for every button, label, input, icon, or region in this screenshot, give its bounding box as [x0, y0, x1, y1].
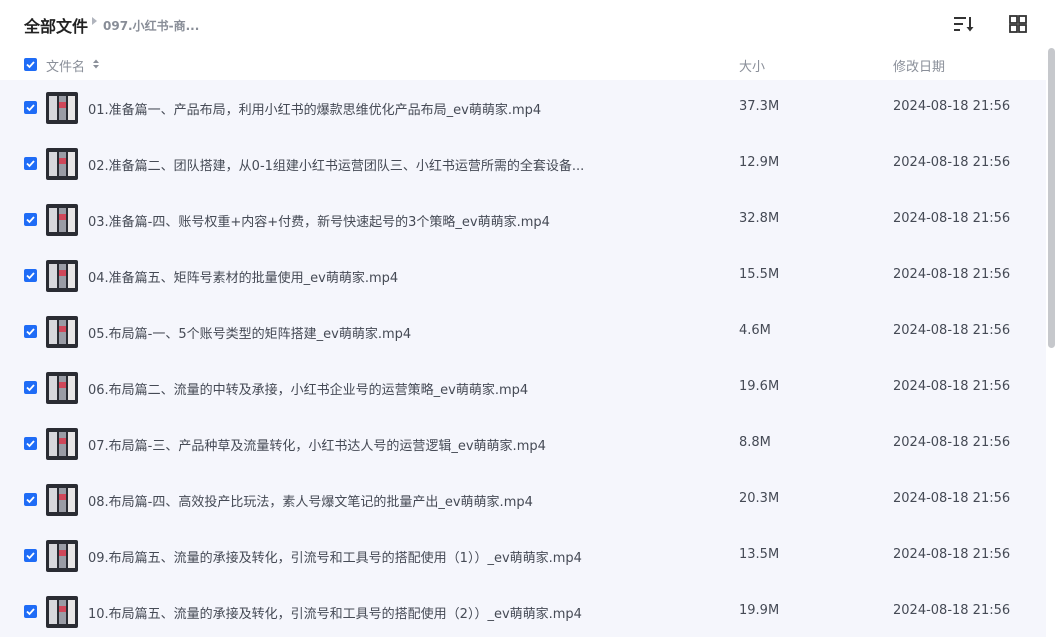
file-checkbox[interactable] [24, 213, 37, 226]
file-size: 13.5M [739, 547, 780, 562]
file-date: 2024-08-18 21:56 [893, 211, 1011, 226]
video-thumbnail-icon[interactable] [46, 372, 78, 404]
grid-view-icon[interactable] [1008, 14, 1028, 34]
file-name[interactable]: 03.准备篇-四、账号权重+内容+付费，新号快速起号的3个策略_ev萌萌家.mp… [88, 211, 648, 230]
video-thumbnail-icon[interactable] [46, 540, 78, 572]
video-thumbnail-icon[interactable] [46, 428, 78, 460]
column-header-date[interactable]: 修改日期 [893, 56, 945, 75]
breadcrumb-current: 097.小红书-商... [103, 19, 200, 33]
file-name[interactable]: 01.准备篇一、产品布局，利用小红书的爆款思维优化产品布局_ev萌萌家.mp4 [88, 99, 648, 118]
file-row[interactable]: 05.布局篇-一、5个账号类型的矩阵搭建_ev萌萌家.mp4 4.6M 2024-0… [0, 304, 1046, 360]
file-name[interactable]: 06.布局篇二、流量的中转及承接，小红书企业号的运营策略_ev萌萌家.mp4 [88, 379, 648, 398]
file-row[interactable]: 06.布局篇二、流量的中转及承接，小红书企业号的运营策略_ev萌萌家.mp4 19… [0, 360, 1046, 416]
file-name[interactable]: 10.布局篇五、流量的承接及转化，引流号和工具号的搭配使用（2））_ev萌萌家.… [88, 603, 648, 622]
file-name[interactable]: 07.布局篇-三、产品种草及流量转化，小红书达人号的运营逻辑_ev萌萌家.mp4 [88, 435, 648, 454]
video-thumbnail-icon[interactable] [46, 596, 78, 628]
list-header: 文件名 大小 修改日期 [0, 48, 1046, 80]
sort-toggle-icon[interactable] [92, 58, 100, 70]
file-row[interactable]: 04.准备篇五、矩阵号素材的批量使用_ev萌萌家.mp4 15.5M 2024-08… [0, 248, 1046, 304]
video-thumbnail-icon[interactable] [46, 148, 78, 180]
file-name[interactable]: 05.布局篇-一、5个账号类型的矩阵搭建_ev萌萌家.mp4 [88, 323, 648, 342]
file-checkbox[interactable] [24, 101, 37, 114]
file-row[interactable]: 03.准备篇-四、账号权重+内容+付费，新号快速起号的3个策略_ev萌萌家.mp… [0, 192, 1046, 248]
file-checkbox[interactable] [24, 437, 37, 450]
file-checkbox[interactable] [24, 269, 37, 282]
file-name[interactable]: 09.布局篇五、流量的承接及转化，引流号和工具号的搭配使用（1））_ev萌萌家.… [88, 547, 648, 566]
scrollbar[interactable] [1046, 48, 1058, 637]
file-date: 2024-08-18 21:56 [893, 323, 1011, 338]
file-size: 32.8M [739, 211, 780, 226]
file-size: 19.9M [739, 603, 780, 618]
file-size: 15.5M [739, 267, 780, 282]
file-checkbox[interactable] [24, 605, 37, 618]
file-date: 2024-08-18 21:56 [893, 547, 1011, 562]
file-date: 2024-08-18 21:56 [893, 435, 1011, 450]
select-all-checkbox[interactable] [24, 58, 37, 71]
file-size: 37.3M [739, 99, 780, 114]
video-thumbnail-icon[interactable] [46, 484, 78, 516]
sort-list-icon[interactable] [952, 14, 974, 34]
file-checkbox[interactable] [24, 325, 37, 338]
breadcrumb-root[interactable]: 全部文件 [24, 13, 88, 37]
video-thumbnail-icon[interactable] [46, 260, 78, 292]
video-thumbnail-icon[interactable] [46, 316, 78, 348]
file-row[interactable]: 10.布局篇五、流量的承接及转化，引流号和工具号的搭配使用（2））_ev萌萌家.… [0, 584, 1046, 637]
top-bar: 全部文件 097.小红书-商... [0, 0, 1058, 48]
file-checkbox[interactable] [24, 493, 37, 506]
file-size: 8.8M [739, 435, 771, 450]
file-row[interactable]: 01.准备篇一、产品布局，利用小红书的爆款思维优化产品布局_ev萌萌家.mp4 3… [0, 80, 1046, 136]
breadcrumb-separator-icon [92, 17, 97, 25]
file-date: 2024-08-18 21:56 [893, 267, 1011, 282]
file-checkbox[interactable] [24, 549, 37, 562]
file-size: 4.6M [739, 323, 771, 338]
file-date: 2024-08-18 21:56 [893, 379, 1011, 394]
file-date: 2024-08-18 21:56 [893, 491, 1011, 506]
file-size: 12.9M [739, 155, 780, 170]
video-thumbnail-icon[interactable] [46, 204, 78, 236]
file-name[interactable]: 02.准备篇二、团队搭建，从0-1组建小红书运营团队三、小红书运营所需的全套设备… [88, 155, 648, 174]
column-header-size[interactable]: 大小 [739, 56, 765, 75]
file-date: 2024-08-18 21:56 [893, 603, 1011, 618]
file-name[interactable]: 08.布局篇-四、高效投产比玩法，素人号爆文笔记的批量产出_ev萌萌家.mp4 [88, 491, 648, 510]
file-checkbox[interactable] [24, 157, 37, 170]
scrollbar-thumb[interactable] [1048, 48, 1055, 348]
file-date: 2024-08-18 21:56 [893, 99, 1011, 114]
file-row[interactable]: 09.布局篇五、流量的承接及转化，引流号和工具号的搭配使用（1））_ev萌萌家.… [0, 528, 1046, 584]
video-thumbnail-icon[interactable] [46, 92, 78, 124]
file-date: 2024-08-18 21:56 [893, 155, 1011, 170]
file-list: 01.准备篇一、产品布局，利用小红书的爆款思维优化产品布局_ev萌萌家.mp4 3… [0, 80, 1046, 637]
file-size: 20.3M [739, 491, 780, 506]
file-row[interactable]: 08.布局篇-四、高效投产比玩法，素人号爆文笔记的批量产出_ev萌萌家.mp4 2… [0, 472, 1046, 528]
file-size: 19.6M [739, 379, 780, 394]
file-checkbox[interactable] [24, 381, 37, 394]
column-header-name[interactable]: 文件名 [46, 56, 85, 75]
file-row[interactable]: 07.布局篇-三、产品种草及流量转化，小红书达人号的运营逻辑_ev萌萌家.mp4… [0, 416, 1046, 472]
file-row[interactable]: 02.准备篇二、团队搭建，从0-1组建小红书运营团队三、小红书运营所需的全套设备… [0, 136, 1046, 192]
file-name[interactable]: 04.准备篇五、矩阵号素材的批量使用_ev萌萌家.mp4 [88, 267, 648, 286]
